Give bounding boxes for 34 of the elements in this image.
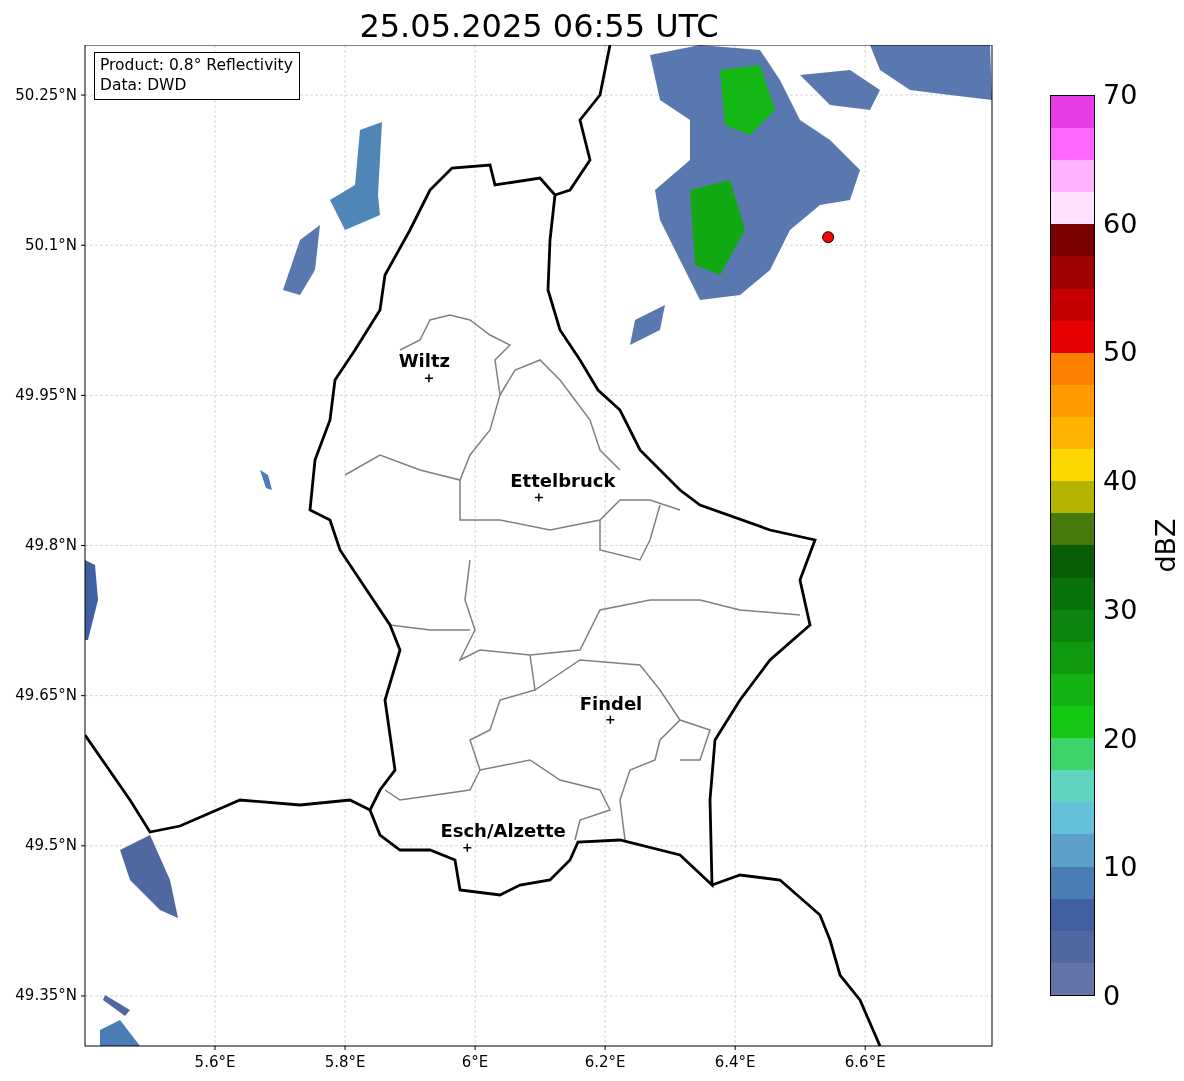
colorbar-tick-label: 10 [1103, 852, 1138, 883]
colorbar-label: dBZ [1149, 518, 1181, 573]
x-tick-label: 5.6°E [194, 1052, 236, 1071]
colorbar-tick-label: 60 [1103, 208, 1138, 239]
y-tick-label: 50.25°N [15, 85, 77, 104]
x-tick-label: 6.6°E [844, 1052, 886, 1071]
x-tick-label: 6°E [461, 1052, 489, 1071]
city-label: Esch/Alzette [440, 819, 566, 841]
y-tick-label: 50.1°N [24, 235, 77, 254]
x-tick-label: 5.8°E [324, 1052, 366, 1071]
colorbar-tick-label: 40 [1103, 466, 1138, 497]
colorbar-tick-label: 30 [1103, 594, 1138, 625]
y-tick-label: 49.35°N [15, 986, 77, 1005]
city-marker-icon [462, 843, 473, 853]
legend-text: Product: 0.8° Reflectivity [100, 55, 293, 75]
city-label: Findel [579, 692, 643, 714]
legend-text: Data: DWD [100, 75, 188, 95]
colorbar-tick-label: 20 [1103, 723, 1138, 754]
colorbar-tick-label: 70 [1103, 80, 1138, 110]
location-dot [822, 231, 835, 244]
city-marker-icon [605, 714, 616, 725]
y-tick-label: 49.65°N [15, 686, 77, 705]
city-marker-icon [424, 373, 434, 384]
colorbar-tick-label: 50 [1103, 337, 1138, 368]
x-tick-label: 6.4°E [714, 1052, 756, 1071]
y-tick-label: 49.95°N [15, 385, 77, 404]
chart-title: 25.05.2025 06:55 UTC [358, 6, 720, 45]
city-label: Wiltz [398, 350, 451, 372]
city-label: Ettelbruck [510, 470, 616, 492]
x-tick-label: 6.2°E [584, 1052, 626, 1071]
city-marker-icon [534, 492, 544, 503]
y-tick-label: 49.8°N [24, 536, 77, 554]
y-tick-label: 49.5°N [24, 836, 77, 855]
colorbar-tick-label: 0 [1103, 980, 1122, 1011]
